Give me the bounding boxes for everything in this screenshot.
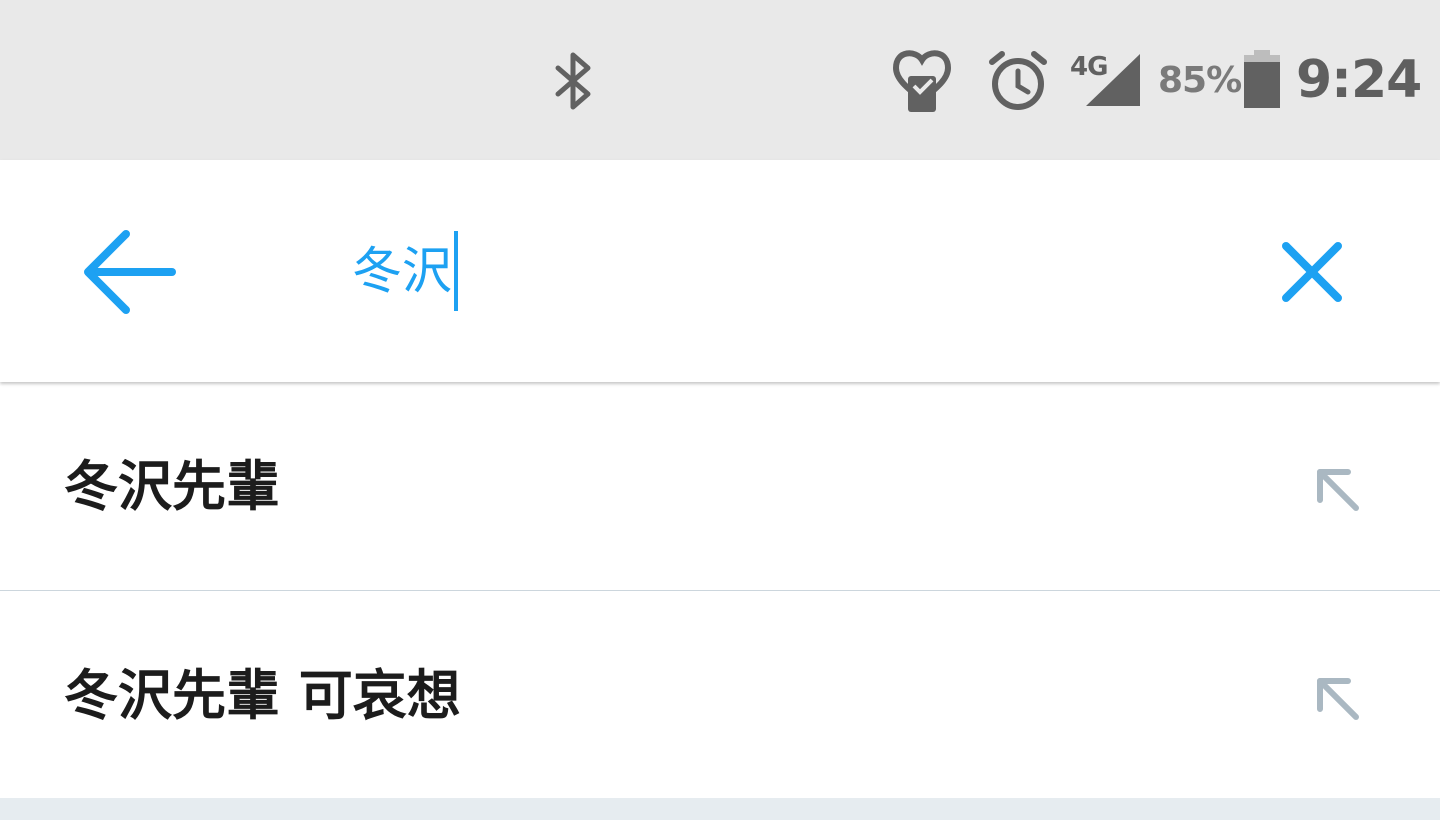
status-bar: 4G 85% 9:24 bbox=[0, 0, 1440, 160]
search-screen: 4G 85% 9:24 冬沢 冬沢先輩 冬沢先輩 可哀想 bbox=[0, 0, 1440, 820]
suggestion-item[interactable]: 冬沢先輩 bbox=[0, 382, 1440, 590]
battery-percent: 85% bbox=[1158, 60, 1242, 101]
search-query-text: 冬沢 bbox=[352, 242, 452, 300]
alarm-icon bbox=[984, 46, 1052, 114]
bluetooth-icon bbox=[548, 50, 598, 112]
suggestion-item[interactable]: 冬沢先輩 可哀想 bbox=[0, 590, 1440, 797]
battery-icon bbox=[1242, 50, 1282, 110]
signal-icon bbox=[1084, 52, 1144, 108]
health-icon bbox=[888, 46, 956, 114]
close-icon bbox=[1282, 242, 1342, 302]
status-clock: 9:24 bbox=[1296, 50, 1422, 110]
suggestion-text: 冬沢先輩 可哀想 bbox=[64, 664, 461, 727]
suggestion-list: 冬沢先輩 冬沢先輩 可哀想 bbox=[0, 382, 1440, 797]
search-input[interactable]: 冬沢 bbox=[352, 226, 1232, 316]
clear-search-button[interactable] bbox=[1266, 226, 1358, 318]
list-footer-divider bbox=[0, 798, 1440, 820]
text-cursor bbox=[454, 231, 458, 311]
back-arrow-icon bbox=[84, 230, 176, 314]
back-button[interactable] bbox=[76, 224, 180, 320]
suggestion-text: 冬沢先輩 bbox=[64, 455, 280, 518]
search-header: 冬沢 bbox=[0, 160, 1440, 382]
fill-query-arrow-icon[interactable] bbox=[1306, 458, 1368, 520]
fill-query-arrow-icon[interactable] bbox=[1306, 667, 1368, 729]
